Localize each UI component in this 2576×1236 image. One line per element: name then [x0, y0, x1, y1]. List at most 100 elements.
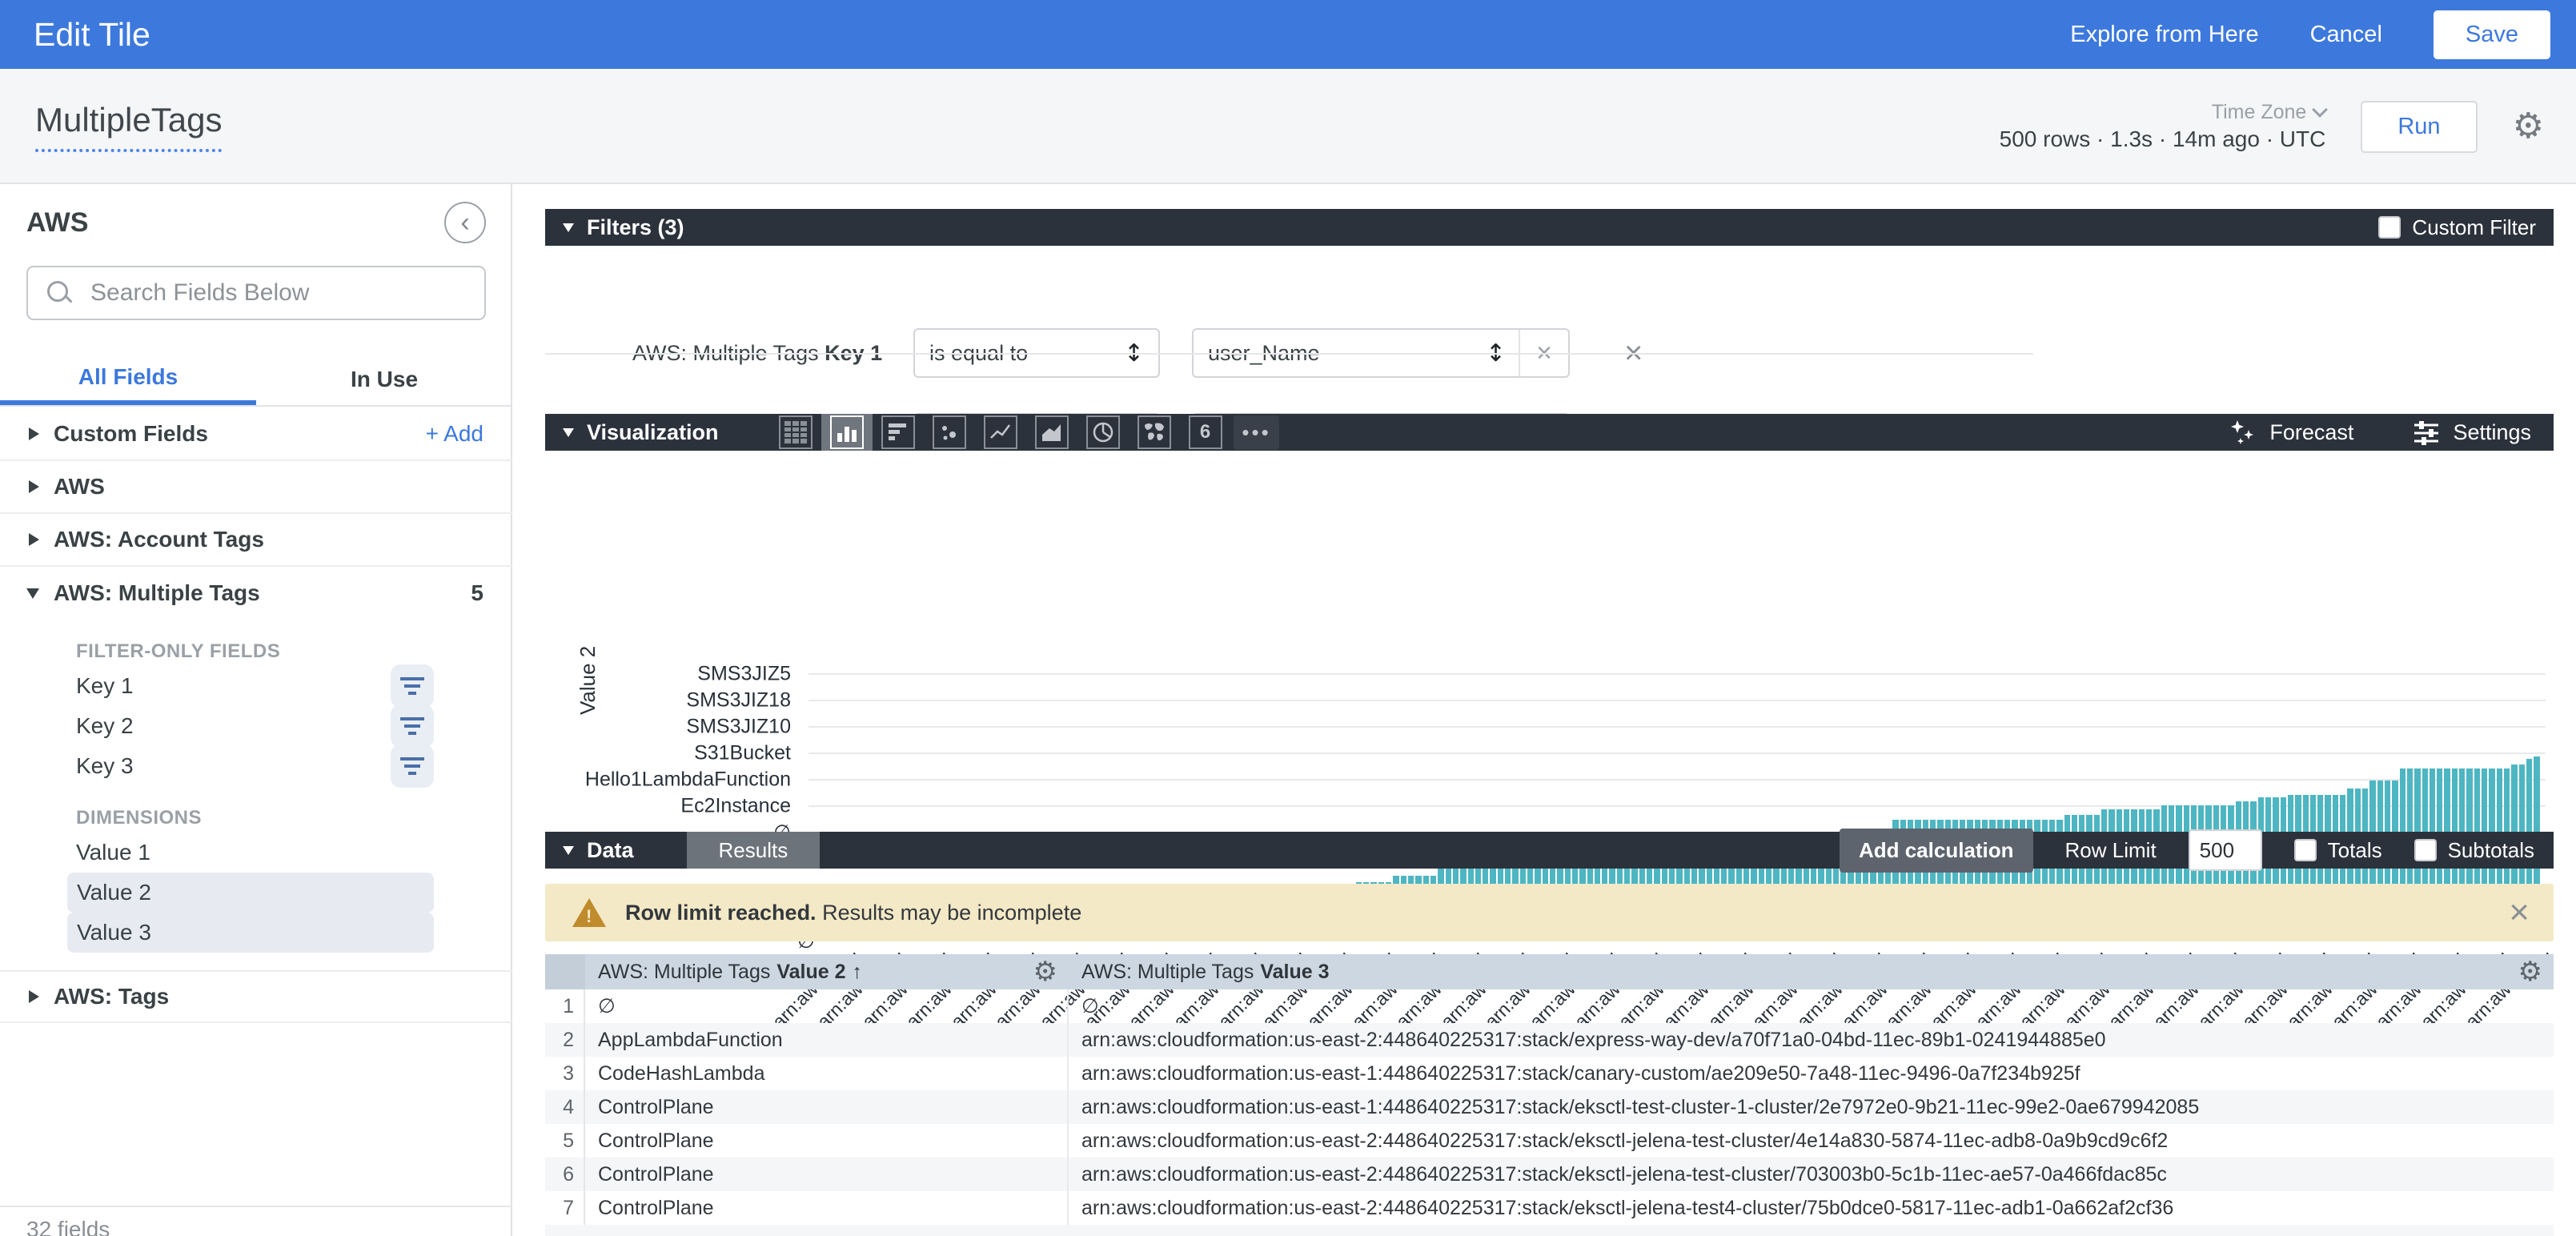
chevron-left-icon: ‹ [460, 207, 469, 239]
table-row[interactable]: 2AppLambdaFunctionarn:aws:cloudformation… [545, 1023, 2554, 1057]
row-number: 1 [545, 989, 585, 1023]
cell-value-2: CodeHashLambda [585, 1057, 1069, 1090]
gridline [809, 700, 2546, 701]
table-chart-icon[interactable] [770, 414, 821, 451]
query-stats: 500 rows · 1.3s · 14m ago · UTC [2000, 125, 2326, 153]
column-header-value-2[interactable]: AWS: Multiple Tags Value 2↑ ⚙ [585, 954, 1069, 989]
line-chart-icon[interactable] [975, 414, 1026, 451]
sidebar-item-custom-fields[interactable]: Custom Fields + Add [0, 408, 512, 461]
caret-down-icon [563, 223, 574, 232]
totals-checkbox[interactable] [2294, 839, 2317, 861]
custom-filter-checkbox[interactable] [2378, 216, 2401, 239]
close-icon[interactable]: × [2509, 893, 2530, 933]
field-value-1[interactable]: Value 1 [0, 833, 512, 873]
bar-chart-icon[interactable] [821, 414, 873, 451]
row-number: 4 [545, 1090, 585, 1124]
sparkle-icon [2229, 419, 2257, 446]
column-gear-icon[interactable]: ⚙ [1033, 956, 1057, 988]
time-zone-label[interactable]: Time Zone [2212, 101, 2307, 123]
settings-button[interactable]: Settings [2413, 419, 2531, 446]
field-key-2[interactable]: Key 2 [0, 706, 512, 746]
caret-right-icon [29, 990, 39, 1003]
field-count-badge: 5 [471, 580, 484, 606]
row-number-header [545, 954, 585, 989]
query-title[interactable]: MultipleTags [35, 101, 222, 152]
save-button[interactable]: Save [2434, 10, 2550, 59]
gridline [809, 726, 2546, 728]
table-row[interactable]: 5ControlPlanearn:aws:cloudformation:us-e… [545, 1124, 2554, 1158]
row-limit-warning: ! Row limit reached. Results may be inco… [545, 884, 2554, 941]
row-number: 7 [545, 1191, 585, 1225]
cell-value-2: ∅ [585, 989, 1069, 1023]
query-header: MultipleTags Time Zone 500 rows · 1.3s ·… [0, 69, 2576, 184]
chevron-down-icon [2312, 102, 2328, 118]
table-body: 1∅∅2AppLambdaFunctionarn:aws:cloudformat… [545, 989, 2554, 1225]
visualization-section-bar[interactable]: Visualization [545, 414, 2554, 451]
cell-value-2: ControlPlane [585, 1158, 1069, 1191]
table-row[interactable]: 4ControlPlanearn:aws:cloudformation:us-e… [545, 1090, 2554, 1124]
column-header-value-3[interactable]: AWS: Multiple Tags Value 3 ⚙ [1069, 954, 2554, 989]
edit-tile-window: Edit Tile Explore from Here Cancel Save … [0, 0, 2576, 1236]
field-value-3-selected[interactable]: Value 3 [67, 913, 434, 953]
table-row[interactable]: 6ControlPlanearn:aws:cloudformation:us-e… [545, 1158, 2554, 1191]
gear-icon[interactable]: ⚙ [2513, 109, 2544, 144]
table-row[interactable]: 1∅∅ [545, 989, 2554, 1023]
collapse-sidebar-button[interactable]: ‹ [444, 202, 486, 243]
filter-icon[interactable] [391, 664, 434, 708]
explore-from-here-link[interactable]: Explore from Here [2070, 22, 2258, 48]
pie-chart-icon[interactable] [1077, 414, 1129, 451]
chart-type-picker: 6 ••• [770, 414, 1282, 451]
sidebar-item-multiple-tags[interactable]: AWS: Multiple Tags 5 [0, 567, 512, 620]
table-row[interactable]: 3CodeHashLambdaarn:aws:cloudformation:us… [545, 1057, 2554, 1090]
cell-value-3: ∅ [1069, 989, 2554, 1023]
cancel-button[interactable]: Cancel [2310, 22, 2382, 48]
sidebar-item-tags[interactable]: AWS: Tags [0, 970, 512, 1023]
field-picker-sidebar: AWS ‹ All Fields In Use Custom Fields + … [0, 184, 512, 1236]
sidebar-tabs: All Fields In Use [0, 354, 512, 407]
cell-value-3: arn:aws:cloudformation:us-east-2:4486402… [1069, 1191, 2554, 1225]
sidebar-item-aws[interactable]: AWS [0, 461, 512, 514]
query-stats-block: Time Zone 500 rows · 1.3s · 14m ago · UT… [2000, 100, 2326, 153]
field-key-3[interactable]: Key 3 [0, 746, 512, 786]
cell-value-2: ControlPlane [585, 1124, 1069, 1158]
filter-only-fields-label: FILTER-ONLY FIELDS [76, 640, 512, 663]
cell-value-3: arn:aws:cloudformation:us-east-1:4486402… [1069, 1057, 2554, 1090]
tab-in-use[interactable]: In Use [256, 354, 512, 405]
data-section-bar[interactable]: Data Results Add calculation Row Limit T… [545, 832, 2554, 869]
horizontal-bar-chart-icon[interactable] [873, 414, 924, 451]
model-name: AWS [26, 207, 88, 239]
search-input[interactable] [89, 279, 484, 307]
sidebar-item-account-tags[interactable]: AWS: Account Tags [0, 514, 512, 567]
row-number: 2 [545, 1023, 585, 1057]
add-calculation-button[interactable]: Add calculation [1840, 829, 2033, 873]
row-limit-input[interactable] [2189, 829, 2262, 871]
more-chart-types-icon[interactable]: ••• [1231, 414, 1282, 451]
map-chart-icon[interactable] [1129, 414, 1180, 451]
filter-icon[interactable] [391, 744, 434, 788]
table-row-partial [545, 1225, 2554, 1236]
run-button[interactable]: Run [2361, 101, 2477, 153]
field-value-2-selected[interactable]: Value 2 [67, 873, 434, 913]
area-chart-icon[interactable] [1026, 414, 1077, 451]
tab-all-fields[interactable]: All Fields [0, 354, 256, 405]
tab-results[interactable]: Results [687, 832, 821, 869]
results-table: AWS: Multiple Tags Value 2↑ ⚙ AWS: Multi… [545, 954, 2554, 1236]
filters-section-bar[interactable]: Filters (3) Custom Filter [545, 209, 2554, 246]
field-search[interactable] [26, 266, 486, 320]
subtotals-toggle[interactable]: Subtotals [2414, 838, 2534, 863]
forecast-button[interactable]: Forecast [2229, 419, 2353, 446]
cell-value-3: arn:aws:cloudformation:us-east-2:4486402… [1069, 1023, 2554, 1057]
custom-filter-toggle[interactable]: Custom Filter [2378, 215, 2536, 240]
subtotals-checkbox[interactable] [2414, 839, 2437, 861]
table-row[interactable]: 7ControlPlanearn:aws:cloudformation:us-e… [545, 1191, 2554, 1225]
scatter-chart-icon[interactable] [924, 414, 975, 451]
column-gear-icon[interactable]: ⚙ [2518, 956, 2542, 988]
totals-toggle[interactable]: Totals [2294, 838, 2382, 863]
single-value-icon[interactable]: 6 [1180, 414, 1231, 451]
filter-icon[interactable] [391, 704, 434, 748]
field-key-1[interactable]: Key 1 [0, 666, 512, 706]
sliders-icon [2413, 419, 2440, 446]
row-number: 6 [545, 1158, 585, 1191]
field-count-footer: 32 fields [26, 1217, 110, 1236]
add-custom-field-button[interactable]: + Add [426, 421, 484, 447]
